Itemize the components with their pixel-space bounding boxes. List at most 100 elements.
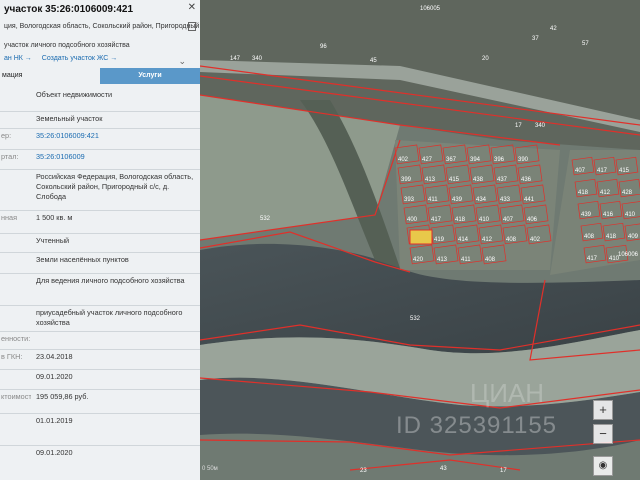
parcel-number: 390 bbox=[518, 157, 529, 163]
top-parcel-number: 42 bbox=[550, 26, 557, 32]
parcel-number: 413 bbox=[437, 257, 448, 263]
link-create-zhs[interactable]: Создать участок ЖС → bbox=[42, 55, 118, 62]
top-parcel-number: 96 bbox=[320, 44, 327, 50]
row-separator bbox=[0, 149, 200, 150]
parcel-number: 416 bbox=[603, 212, 614, 218]
tab-information[interactable]: мация bbox=[0, 68, 100, 84]
parcel-number: 437 bbox=[497, 177, 508, 183]
parcel-number: 396 bbox=[494, 157, 505, 163]
satellite-map[interactable]: 402 427 367 394 396 390 399 413 415 438 437 436 393 4… bbox=[200, 0, 640, 480]
parcel-number: 402 bbox=[530, 237, 541, 243]
parcel-number: 411 bbox=[428, 197, 438, 203]
parcel-number: 393 bbox=[404, 197, 415, 203]
top-parcel-number: 45 bbox=[370, 58, 377, 64]
parcel-number: 408 bbox=[485, 257, 496, 263]
parcel-number: 418 bbox=[578, 190, 589, 196]
top-parcel-number: 37 bbox=[532, 36, 539, 42]
big-parcel-label: 532 bbox=[410, 316, 421, 322]
info-row-value: 09.01.2020 bbox=[36, 372, 73, 381]
top-parcel-number: 20 bbox=[482, 56, 489, 62]
close-icon[interactable]: ✕ bbox=[188, 2, 196, 13]
parcel-number: 415 bbox=[449, 177, 460, 183]
parcel-number: 399 bbox=[401, 177, 412, 183]
row-separator bbox=[0, 331, 200, 332]
parcel-number: 420 bbox=[413, 257, 424, 263]
parcel-number: 411 bbox=[461, 257, 471, 263]
zoom-out-button[interactable]: − bbox=[593, 424, 613, 444]
info-row-value: 01.01.2019 bbox=[36, 416, 73, 425]
panel-title: участок 35:26:0106009:421 bbox=[4, 4, 133, 15]
parcel-number: 408 bbox=[506, 237, 517, 243]
parcel-number: 438 bbox=[473, 177, 484, 183]
panel-address: ция, Вологодская область, Сокольский рай… bbox=[4, 23, 200, 30]
parcel-number: 400 bbox=[407, 217, 418, 223]
row-separator bbox=[0, 252, 200, 253]
parcel-number: 428 bbox=[622, 190, 633, 196]
info-row-key: енности: bbox=[1, 334, 31, 343]
watermark-id: ID 325391155 bbox=[396, 412, 558, 439]
info-row-value: Российская Федерация, Вологодская област… bbox=[36, 172, 194, 201]
parcel-number: 439 bbox=[452, 197, 463, 203]
row-separator bbox=[0, 389, 200, 390]
map-scale: 0 50м bbox=[202, 466, 218, 472]
row-separator bbox=[0, 349, 200, 350]
info-row-value[interactable]: 35:26:0106009 bbox=[36, 152, 198, 162]
parcel-number: 417 bbox=[597, 168, 608, 174]
parcel-number: 402 bbox=[398, 157, 409, 163]
parcel-number: 417 bbox=[587, 256, 598, 262]
parcel-number: 407 bbox=[575, 168, 586, 174]
parcel-number: 410 bbox=[479, 217, 490, 223]
row-separator bbox=[0, 445, 200, 446]
parcel-number: 408 bbox=[584, 234, 595, 240]
parcel-number: 413 bbox=[425, 177, 436, 183]
copy-icon[interactable] bbox=[188, 22, 196, 31]
locate-icon[interactable]: ◉ bbox=[593, 456, 613, 476]
parcel-number: 406 bbox=[527, 217, 538, 223]
info-row-value[interactable]: 35:26:0106009:421 bbox=[36, 131, 198, 141]
cadastral-info-panel: участок 35:26:0106009:421 ✕ ция, Вологод… bbox=[0, 0, 200, 480]
parcel-number: 433 bbox=[500, 197, 511, 203]
parcel-number: 367 bbox=[446, 157, 457, 163]
row-separator bbox=[0, 413, 200, 414]
parcel-number: 434 bbox=[476, 197, 487, 203]
info-row-value: 09.01.2020 bbox=[36, 448, 73, 457]
tab-services[interactable]: Услуги bbox=[100, 68, 200, 84]
row-separator bbox=[0, 111, 200, 112]
info-row-value: 23.04.2018 bbox=[36, 352, 73, 361]
info-row-value: Для ведения личного подсобного хозяйства bbox=[36, 276, 185, 285]
parcel-number: 436 bbox=[521, 177, 532, 183]
parcel-number: 419 bbox=[434, 237, 445, 243]
row-separator bbox=[0, 169, 200, 170]
info-row-key: ер: bbox=[1, 131, 12, 140]
parcel-number: 415 bbox=[619, 168, 630, 174]
info-row-key: нная bbox=[1, 213, 18, 222]
link-nk[interactable]: ан НК → bbox=[4, 55, 32, 62]
row-separator bbox=[0, 369, 200, 370]
bottom-parcel-number: 43 bbox=[440, 466, 447, 472]
quarter-code: 106006 bbox=[618, 252, 639, 258]
info-row-value: Учтенный bbox=[36, 236, 70, 245]
top-parcel-number: 57 bbox=[582, 41, 589, 47]
row-separator bbox=[0, 305, 200, 306]
info-row-key: в ГКН: bbox=[1, 352, 23, 361]
zoom-in-button[interactable]: + bbox=[593, 400, 613, 420]
road-label: 17 bbox=[515, 123, 522, 129]
info-row-value: Объект недвижимости bbox=[36, 90, 113, 99]
chevron-down-icon[interactable]: ⌄ bbox=[178, 56, 186, 67]
panel-purpose: участок личного подсобного хозяйства bbox=[4, 42, 130, 49]
map-canvas: 402 427 367 394 396 390 399 413 415 438 437 436 393 4… bbox=[200, 0, 640, 480]
top-parcel-number: 340 bbox=[252, 56, 263, 62]
parcel-number: 441 bbox=[524, 197, 535, 203]
parcel-number: 412 bbox=[600, 190, 611, 196]
info-row-value: 195 059,86 руб. bbox=[36, 392, 89, 401]
parcel-number: 427 bbox=[422, 157, 433, 163]
road-label: 340 bbox=[535, 123, 546, 129]
parcel-number: 394 bbox=[470, 157, 481, 163]
row-separator bbox=[0, 273, 200, 274]
parcel-number: 418 bbox=[455, 217, 466, 223]
info-row-key: ктоимость: bbox=[1, 392, 31, 401]
parcel-number: 407 bbox=[503, 217, 514, 223]
selected-parcel[interactable] bbox=[409, 229, 433, 245]
parcel-number: 409 bbox=[628, 234, 639, 240]
row-separator bbox=[0, 233, 200, 234]
